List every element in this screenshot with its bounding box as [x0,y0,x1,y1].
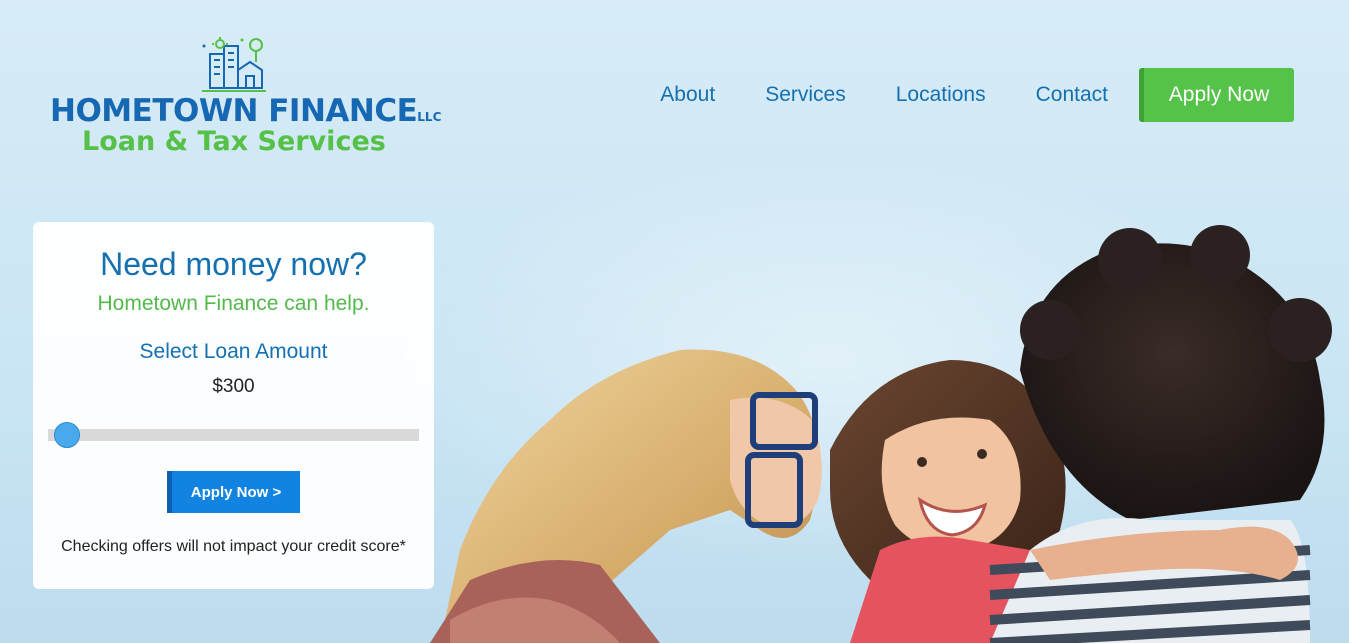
nav-services-link[interactable]: Services [765,83,846,107]
nav-about-link[interactable]: About [660,83,715,107]
header-apply-now-button[interactable]: Apply Now [1139,68,1294,122]
hero-section: HOMETOWN FINANCELLC Loan & Tax Services … [0,0,1349,643]
logo[interactable]: HOMETOWN FINANCELLC Loan & Tax Services [48,36,441,160]
card-title: Need money now? [100,246,367,282]
credit-score-disclaimer: Checking offers will not impact your cre… [61,538,406,555]
main-nav: About Services Locations Contact Apply N… [660,68,1294,122]
loan-amount-label: Select Loan Amount [139,340,328,363]
nav-contact-link[interactable]: Contact [1036,83,1108,107]
logo-tagline: Loan & Tax Services [82,126,386,157]
slider-handle[interactable] [53,422,80,448]
card-subtitle: Hometown Finance can help. [97,292,370,315]
loan-calculator-card: Need money now? Hometown Finance can hel… [33,222,434,589]
card-apply-now-button[interactable]: Apply Now > [167,471,300,513]
loan-amount-value: $300 [212,376,255,397]
logo-llc-suffix: LLC [417,110,442,124]
hero-photo-family [430,225,1332,643]
city-buildings-icon [202,37,266,92]
nav-locations-link[interactable]: Locations [896,83,986,107]
loan-amount-slider[interactable] [48,422,419,448]
